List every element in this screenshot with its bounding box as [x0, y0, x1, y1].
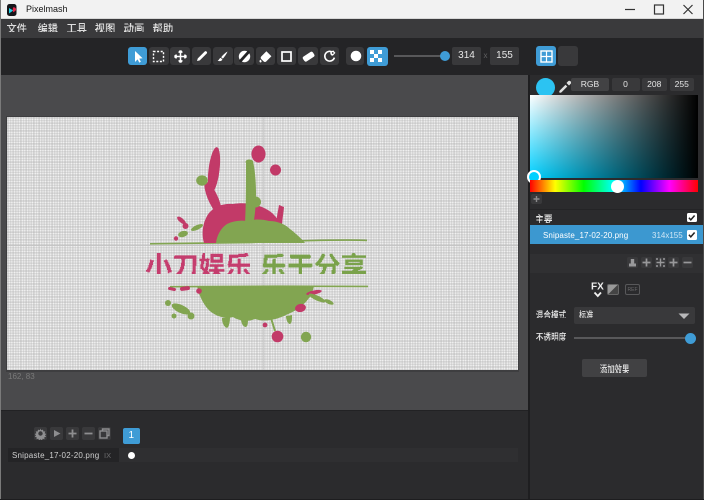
- svg-text:FX: FX: [591, 282, 604, 293]
